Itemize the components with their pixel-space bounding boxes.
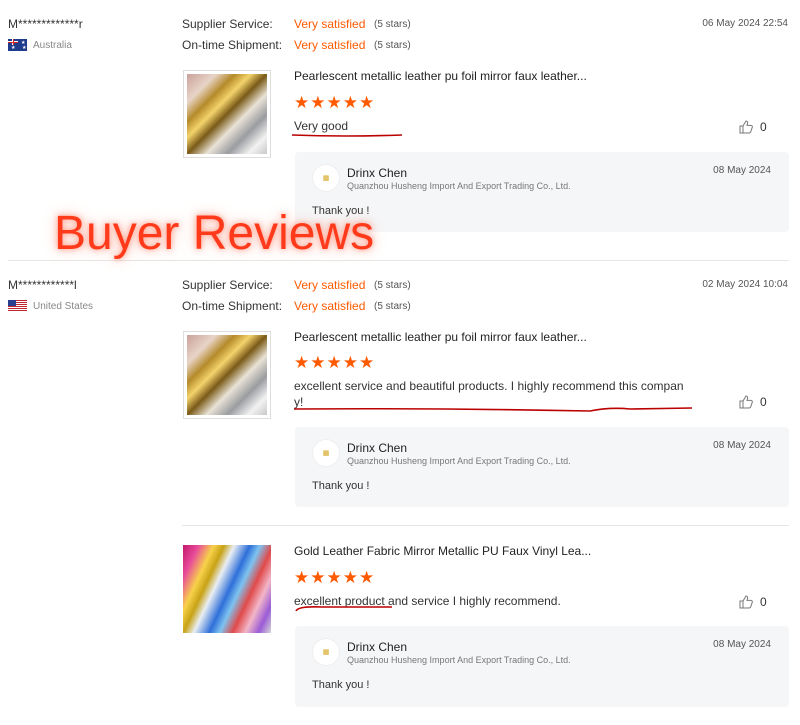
like-button[interactable]: 0	[738, 394, 767, 410]
shipment-stars: (5 stars)	[374, 40, 411, 51]
product-title[interactable]: Pearlescent metallic leather pu foil mir…	[294, 330, 587, 344]
review-comment-line-1: excellent service and beautiful products…	[294, 379, 684, 393]
underline-annotation	[291, 134, 403, 137]
product-thumbnail[interactable]	[183, 331, 271, 419]
reply-date: 08 May 2024	[713, 165, 771, 176]
underline-annotation	[295, 606, 392, 612]
supplier-avatar: ▦	[312, 164, 340, 192]
product-title[interactable]: Gold Leather Fabric Mirror Metallic PU F…	[294, 544, 591, 558]
supplier-reply: ▦ Drinx Chen Quanzhou Husheng Import And…	[295, 626, 789, 707]
shipment-label: On-time Shipment:	[182, 38, 283, 52]
united-states-flag-icon	[8, 300, 27, 312]
reviewer-name: M*************r	[8, 17, 83, 31]
underline-annotation	[293, 407, 693, 412]
thumbs-up-icon	[739, 395, 753, 409]
shipment-label: On-time Shipment:	[182, 299, 283, 313]
reviewer-name: M************l	[8, 278, 77, 292]
rating-stars: ★★★★★	[294, 353, 376, 372]
review-date: 06 May 2024 22:54	[702, 18, 788, 29]
shipment-value: Very satisfied	[294, 299, 366, 313]
thumbs-up-icon	[739, 120, 753, 134]
reply-text: Thank you !	[312, 679, 370, 691]
product-image	[183, 545, 271, 633]
reviewer-country: United States	[8, 300, 93, 312]
reply-company: Quanzhou Husheng Import And Export Tradi…	[347, 181, 571, 191]
reply-author: Drinx Chen	[347, 441, 408, 455]
product-image	[187, 74, 267, 154]
reviewer-country: ★ ★ ★ Australia	[8, 39, 72, 51]
supplier-service-label: Supplier Service:	[182, 17, 273, 31]
review-date: 02 May 2024 10:04	[702, 279, 788, 290]
product-image	[187, 335, 267, 415]
reply-date: 08 May 2024	[713, 639, 771, 650]
shipment-value: Very satisfied	[294, 38, 366, 52]
reply-date: 08 May 2024	[713, 440, 771, 451]
supplier-avatar: ▦	[312, 439, 340, 467]
supplier-logo-icon: ▦	[322, 649, 330, 656]
supplier-service-value: Very satisfied	[294, 278, 366, 292]
supplier-avatar: ▦	[312, 638, 340, 666]
thumbs-up-icon	[739, 595, 753, 609]
supplier-logo-icon: ▦	[322, 450, 330, 457]
rating-stars: ★★★★★	[294, 93, 376, 112]
supplier-service-stars: (5 stars)	[374, 19, 411, 30]
rating-stars: ★★★★★	[294, 568, 376, 587]
supplier-service-stars: (5 stars)	[374, 280, 411, 291]
like-count: 0	[760, 120, 767, 134]
supplier-reply: ▦ Drinx Chen Quanzhou Husheng Import And…	[295, 427, 789, 507]
like-button[interactable]: 0	[738, 594, 767, 610]
like-count: 0	[760, 395, 767, 409]
supplier-logo-icon: ▦	[322, 175, 330, 182]
like-button[interactable]: 0	[738, 119, 767, 135]
reply-company: Quanzhou Husheng Import And Export Tradi…	[347, 655, 571, 665]
item-divider	[182, 525, 789, 526]
like-count: 0	[760, 595, 767, 609]
reply-author: Drinx Chen	[347, 166, 408, 180]
product-thumbnail[interactable]	[183, 70, 271, 158]
product-title[interactable]: Pearlescent metallic leather pu foil mir…	[294, 69, 587, 83]
shipment-stars: (5 stars)	[374, 301, 411, 312]
reply-text: Thank you !	[312, 480, 370, 492]
product-thumbnail[interactable]	[183, 545, 271, 633]
supplier-service-label: Supplier Service:	[182, 278, 273, 292]
reply-company: Quanzhou Husheng Import And Export Tradi…	[347, 456, 571, 466]
supplier-service-value: Very satisfied	[294, 17, 366, 31]
buyer-reviews-overlay-title: Buyer Reviews	[54, 207, 375, 260]
australia-flag-icon: ★ ★ ★	[8, 39, 27, 51]
country-label: United States	[33, 300, 94, 312]
country-label: Australia	[33, 39, 72, 51]
reply-author: Drinx Chen	[347, 640, 408, 654]
